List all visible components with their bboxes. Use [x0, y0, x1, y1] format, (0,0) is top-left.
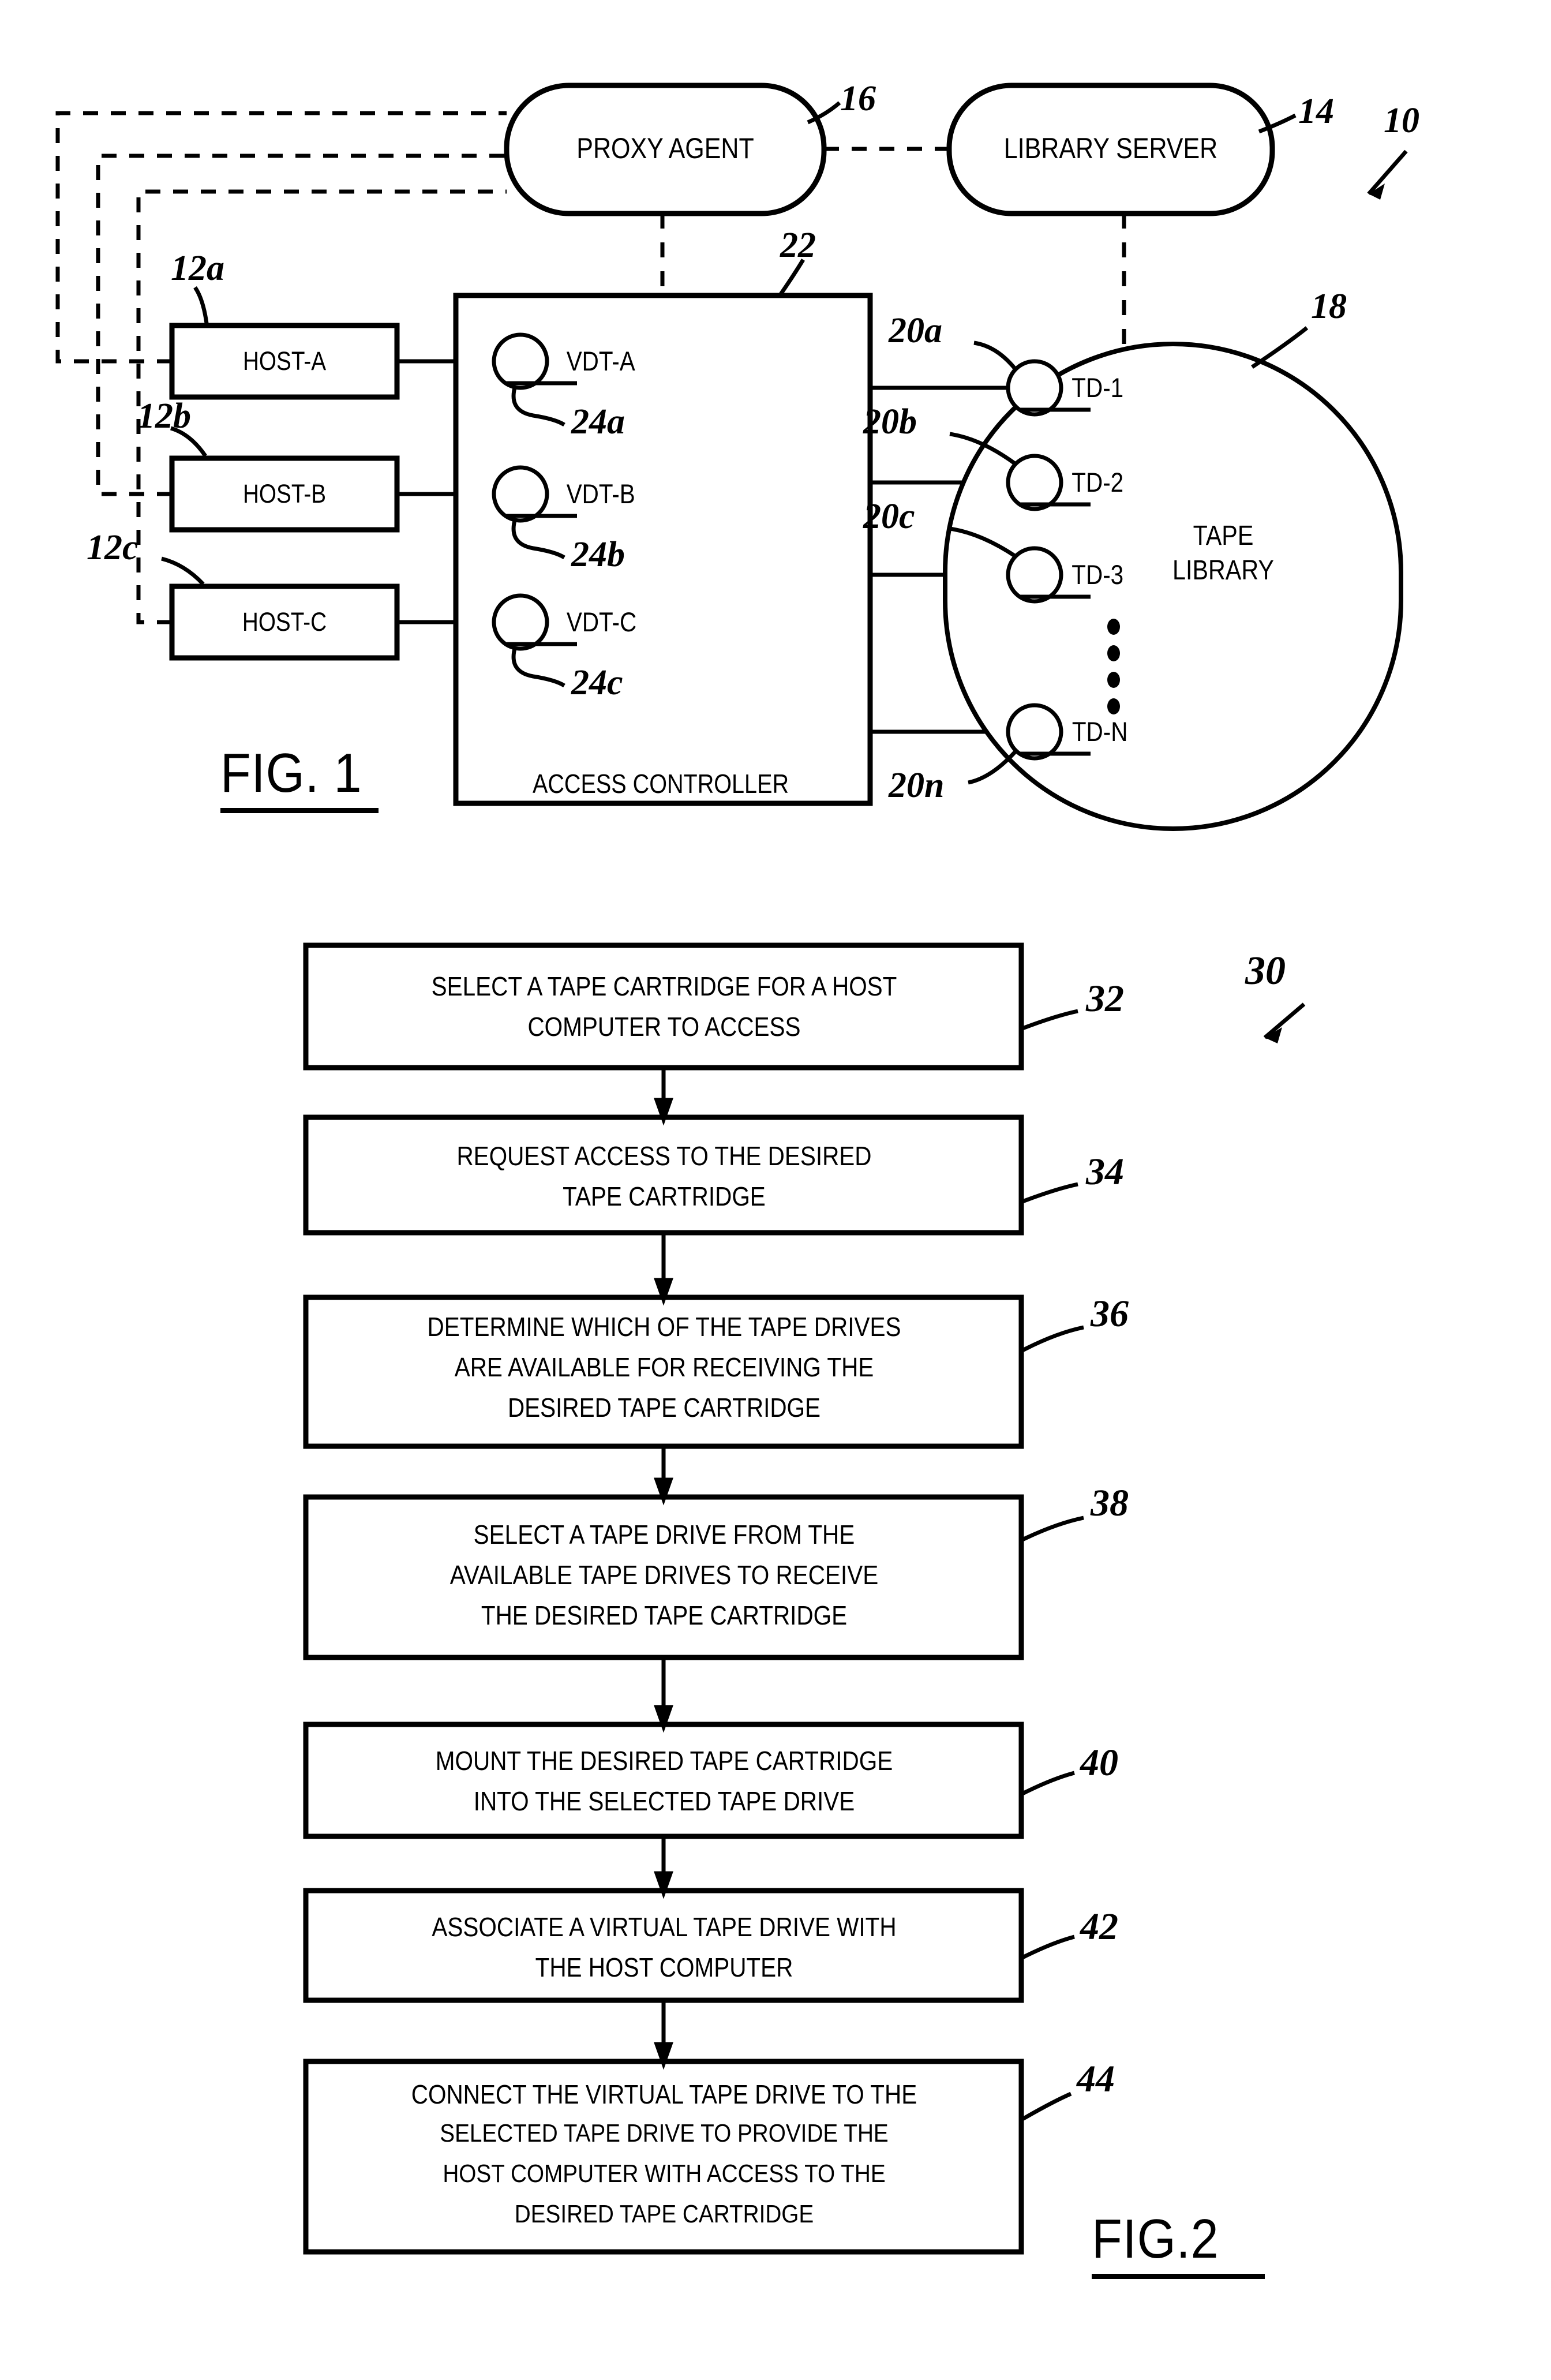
- ref-12a: 12a: [171, 249, 224, 288]
- step-box-42: [303, 1888, 1024, 2003]
- step-box-32: [303, 942, 1024, 1071]
- ref-22: 22: [780, 226, 816, 265]
- step-44-line-4: DESIRED TAPE CARTRIDGE: [514, 2200, 814, 2228]
- ref-24a: 24a: [571, 402, 625, 441]
- vdt-c-circle: [492, 593, 549, 651]
- ref-14: 14: [1298, 92, 1334, 131]
- step-34-line-1: REQUEST ACCESS TO THE DESIRED: [456, 1141, 872, 1171]
- ref-36: 36: [1091, 1293, 1129, 1335]
- ref-32: 32: [1086, 978, 1124, 1020]
- ref-10: 10: [1384, 101, 1419, 140]
- library-server-label: LIBRARY SERVER: [1003, 132, 1218, 164]
- ref-24c: 24c: [571, 663, 623, 702]
- leader-12c: [161, 556, 205, 586]
- step-36-line-1: DETERMINE WHICH OF THE TAPE DRIVES: [427, 1312, 901, 1342]
- ref-20n: 20n: [889, 766, 945, 805]
- step-40-line-1: MOUNT THE DESIRED TAPE CARTRIDGE: [435, 1746, 893, 1776]
- tape-library-label-line1: TAPE: [1193, 521, 1254, 551]
- step-38-line-3: THE DESIRED TAPE CARTRIDGE: [481, 1600, 848, 1630]
- step-42-line-1: ASSOCIATE A VIRTUAL TAPE DRIVE WITH: [432, 1912, 897, 1942]
- figure-1-title: FIG. 1: [220, 742, 362, 804]
- ref-44: 44: [1077, 2058, 1115, 2100]
- leader-18: [1251, 326, 1309, 369]
- vdt-c-label: VDT-C: [566, 607, 637, 637]
- step-38-line-1: SELECT A TAPE DRIVE FROM THE: [473, 1520, 855, 1550]
- td-3-label: TD-3: [1072, 559, 1124, 590]
- td-n-circle: [1006, 703, 1063, 761]
- proxy-agent-label: PROXY AGENT: [576, 132, 754, 164]
- td-n-label: TD-N: [1072, 716, 1128, 747]
- step-40-line-2: INTO THE SELECTED TAPE DRIVE: [473, 1786, 855, 1816]
- ref-20b: 20b: [863, 402, 917, 441]
- step-42-line-2: THE HOST COMPUTER: [535, 1952, 793, 1982]
- ref-20a: 20a: [889, 311, 942, 350]
- td-3-circle: [1006, 546, 1063, 604]
- ref-42: 42: [1080, 1906, 1118, 1948]
- step-reference-leaders: [1021, 1009, 1084, 2121]
- leader-12a: [193, 286, 209, 324]
- vdt-a-circle: [492, 332, 549, 390]
- patent-drawing-sheet: PROXY AGENT LIBRARY SERVER 16 14 10 HOST…: [0, 0, 1551, 2380]
- host-a-label: HOST-A: [242, 346, 327, 376]
- step-44-line-3: HOST COMPUTER WITH ACCESS TO THE: [443, 2160, 886, 2188]
- host-b-label: HOST-B: [242, 479, 327, 508]
- step-36-line-3: DESIRED TAPE CARTRIDGE: [507, 1393, 821, 1423]
- ref-18: 18: [1311, 287, 1347, 326]
- step-36-line-2: ARE AVAILABLE FOR RECEIVING THE: [454, 1352, 874, 1382]
- leader-30-arrow: [1263, 1002, 1306, 1039]
- fig1-underline: [220, 808, 379, 813]
- vdt-a-label: VDT-A: [566, 346, 635, 376]
- vdt-b-circle: [492, 465, 549, 523]
- access-controller-label: ACCESS CONTROLLER: [532, 769, 789, 799]
- tape-library-label-line2: LIBRARY: [1172, 555, 1274, 586]
- td-2-label: TD-2: [1072, 467, 1124, 497]
- ref-40: 40: [1080, 1742, 1118, 1784]
- step-box-40: [303, 1722, 1024, 1839]
- ref-38: 38: [1091, 1482, 1129, 1524]
- ref-16: 16: [840, 79, 876, 118]
- ref-30: 30: [1245, 949, 1286, 993]
- ref-12c: 12c: [87, 528, 138, 567]
- host-c-label: HOST-C: [242, 607, 327, 637]
- step-32-line-1: SELECT A TAPE CARTRIDGE FOR A HOST: [431, 971, 897, 1001]
- step-44-line-2: SELECTED TAPE DRIVE TO PROVIDE THE: [440, 2119, 889, 2147]
- figure-2-title: FIG.2: [1092, 2208, 1219, 2270]
- step-34-line-2: TAPE CARTRIDGE: [563, 1181, 766, 1211]
- step-box-34: [303, 1114, 1024, 1236]
- step-38-line-2: AVAILABLE TAPE DRIVES TO RECEIVE: [449, 1560, 879, 1590]
- leader-10-arrow: [1367, 149, 1408, 196]
- ref-12b: 12b: [137, 396, 191, 436]
- step-32-line-2: COMPUTER TO ACCESS: [527, 1012, 801, 1042]
- leader-22: [777, 259, 805, 298]
- ref-20c: 20c: [863, 497, 915, 536]
- ref-34: 34: [1086, 1151, 1124, 1193]
- td-1-label: TD-1: [1072, 372, 1124, 403]
- ref-24b: 24b: [571, 535, 625, 574]
- step-44-line-1: CONNECT THE VIRTUAL TAPE DRIVE TO THE: [411, 2079, 917, 2109]
- vdt-b-label: VDT-B: [566, 478, 635, 509]
- fig2-underline: [1092, 2274, 1265, 2279]
- td-1-circle: [1006, 359, 1063, 417]
- td-2-circle: [1006, 454, 1063, 511]
